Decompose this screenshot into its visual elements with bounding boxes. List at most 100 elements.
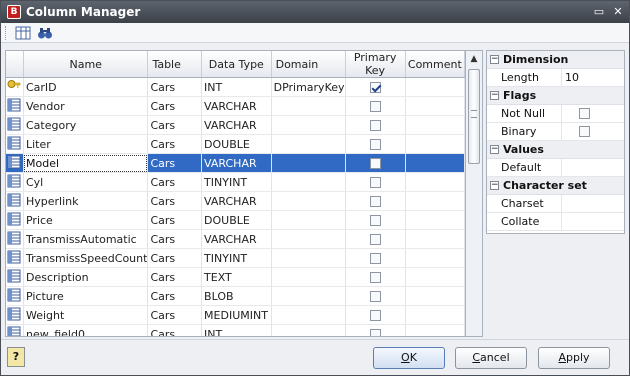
header-data-type[interactable]: Data Type [201,51,272,78]
collapse-icon[interactable]: − [490,55,499,64]
cell-name[interactable]: Description [23,267,149,287]
property-checkbox[interactable] [579,108,590,119]
cell-primary-key[interactable] [345,324,406,336]
primary-key-checkbox[interactable] [369,253,381,264]
property-row[interactable]: Charset [487,195,624,213]
collapse-icon[interactable]: − [490,145,499,154]
cell-comment[interactable] [405,248,465,268]
cell-domain[interactable] [271,267,346,287]
primary-key-checkbox[interactable] [369,196,381,207]
grid-vertical-scrollbar[interactable]: ▲ [466,50,483,337]
cell-table[interactable]: Cars [147,172,203,192]
cell-comment[interactable] [405,153,465,173]
header-table[interactable]: Table [147,51,203,78]
cell-comment[interactable] [405,286,465,306]
collapse-icon[interactable]: − [490,181,499,190]
header-primary-key[interactable]: Primary Key [345,51,406,78]
cell-primary-key[interactable] [345,134,406,154]
primary-key-checkbox[interactable] [369,120,381,131]
table-row[interactable]: Cyl Cars TINYINT [6,172,465,192]
cell-primary-key[interactable] [345,229,406,249]
cell-name[interactable]: Picture [23,286,149,306]
cancel-button[interactable]: Cancel [455,347,527,369]
primary-key-checkbox[interactable] [369,139,381,150]
cell-data-type[interactable]: VARCHAR [201,115,272,135]
primary-key-checkbox[interactable] [369,291,381,302]
cell-primary-key[interactable] [345,267,406,287]
find-binoculars-icon[interactable] [36,25,54,41]
property-row[interactable]: Length 10 [487,69,624,87]
primary-key-checkbox[interactable] [369,272,381,283]
cell-domain[interactable] [271,153,346,173]
cell-data-type[interactable]: VARCHAR [201,191,272,211]
primary-key-checkbox[interactable] [369,158,381,169]
cell-table[interactable]: Cars [147,324,203,336]
cell-table[interactable]: Cars [147,248,203,268]
table-row[interactable]: CarID Cars INT DPrimaryKey [6,77,465,97]
cell-primary-key[interactable] [345,115,406,135]
restore-button[interactable]: ▭ [591,4,607,20]
primary-key-checkbox[interactable] [369,234,381,245]
help-button[interactable]: ? [7,347,25,367]
cell-primary-key[interactable] [345,286,406,306]
cell-data-type[interactable]: TEXT [201,267,272,287]
cell-comment[interactable] [405,115,465,135]
table-row[interactable]: TransmissAutomatic Cars VARCHAR [6,229,465,249]
table-row[interactable]: Weight Cars MEDIUMINT [6,305,465,325]
cell-name[interactable]: Cyl [23,172,149,192]
cell-data-type[interactable]: VARCHAR [201,229,272,249]
cell-primary-key[interactable] [345,210,406,230]
scroll-up-arrow-icon[interactable]: ▲ [466,51,482,67]
cell-primary-key[interactable] [345,191,406,211]
cell-table[interactable]: Cars [147,191,203,211]
primary-key-checkbox[interactable] [369,310,381,321]
collapse-icon[interactable]: − [490,91,499,100]
cell-table[interactable]: Cars [147,153,203,173]
property-checkbox[interactable] [579,126,590,137]
table-row[interactable]: Hyperlink Cars VARCHAR [6,191,465,211]
cell-domain[interactable] [271,172,346,192]
cell-comment[interactable] [405,172,465,192]
cell-data-type[interactable]: MEDIUMINT [201,305,272,325]
cell-domain[interactable] [271,324,346,336]
cell-data-type[interactable]: TINYINT [201,248,272,268]
cell-table[interactable]: Cars [147,115,203,135]
header-domain[interactable]: Domain [271,51,346,78]
cell-data-type[interactable]: INT [201,324,272,336]
cell-table[interactable]: Cars [147,210,203,230]
cell-name[interactable]: Vendor [23,96,149,116]
cell-data-type[interactable]: DOUBLE [201,210,272,230]
property-row[interactable]: Not Null [487,105,624,123]
cell-data-type[interactable]: BLOB [201,286,272,306]
header-name[interactable]: Name [23,51,149,78]
cell-comment[interactable] [405,210,465,230]
primary-key-checkbox[interactable] [369,177,381,188]
cell-name[interactable]: Weight [23,305,149,325]
cell-comment[interactable] [405,229,465,249]
cell-data-type[interactable]: DOUBLE [201,134,272,154]
table-row[interactable]: Description Cars TEXT [6,267,465,287]
table-row[interactable]: new_field0 Cars INT [6,324,465,336]
cell-name[interactable]: CarID [23,77,149,97]
table-row[interactable]: Liter Cars DOUBLE [6,134,465,154]
cell-domain[interactable] [271,115,346,135]
cell-primary-key[interactable] [345,96,406,116]
cell-primary-key[interactable] [345,77,406,97]
property-category[interactable]: − Values [487,141,624,159]
cell-domain[interactable] [271,210,346,230]
cell-primary-key[interactable] [345,153,406,173]
property-value[interactable]: 10 [565,69,579,87]
close-button[interactable]: ✕ [610,4,626,20]
cell-domain[interactable] [271,286,346,306]
primary-key-checkbox[interactable] [369,101,381,112]
cell-table[interactable]: Cars [147,96,203,116]
cell-domain[interactable] [271,229,346,249]
table-row[interactable]: Vendor Cars VARCHAR [6,96,465,116]
cell-table[interactable]: Cars [147,286,203,306]
primary-key-checkbox[interactable] [369,215,381,226]
property-value-cell[interactable] [562,213,624,230]
cell-comment[interactable] [405,305,465,325]
cell-table[interactable]: Cars [147,305,203,325]
property-row[interactable]: Binary [487,123,624,141]
cell-domain[interactable] [271,248,346,268]
